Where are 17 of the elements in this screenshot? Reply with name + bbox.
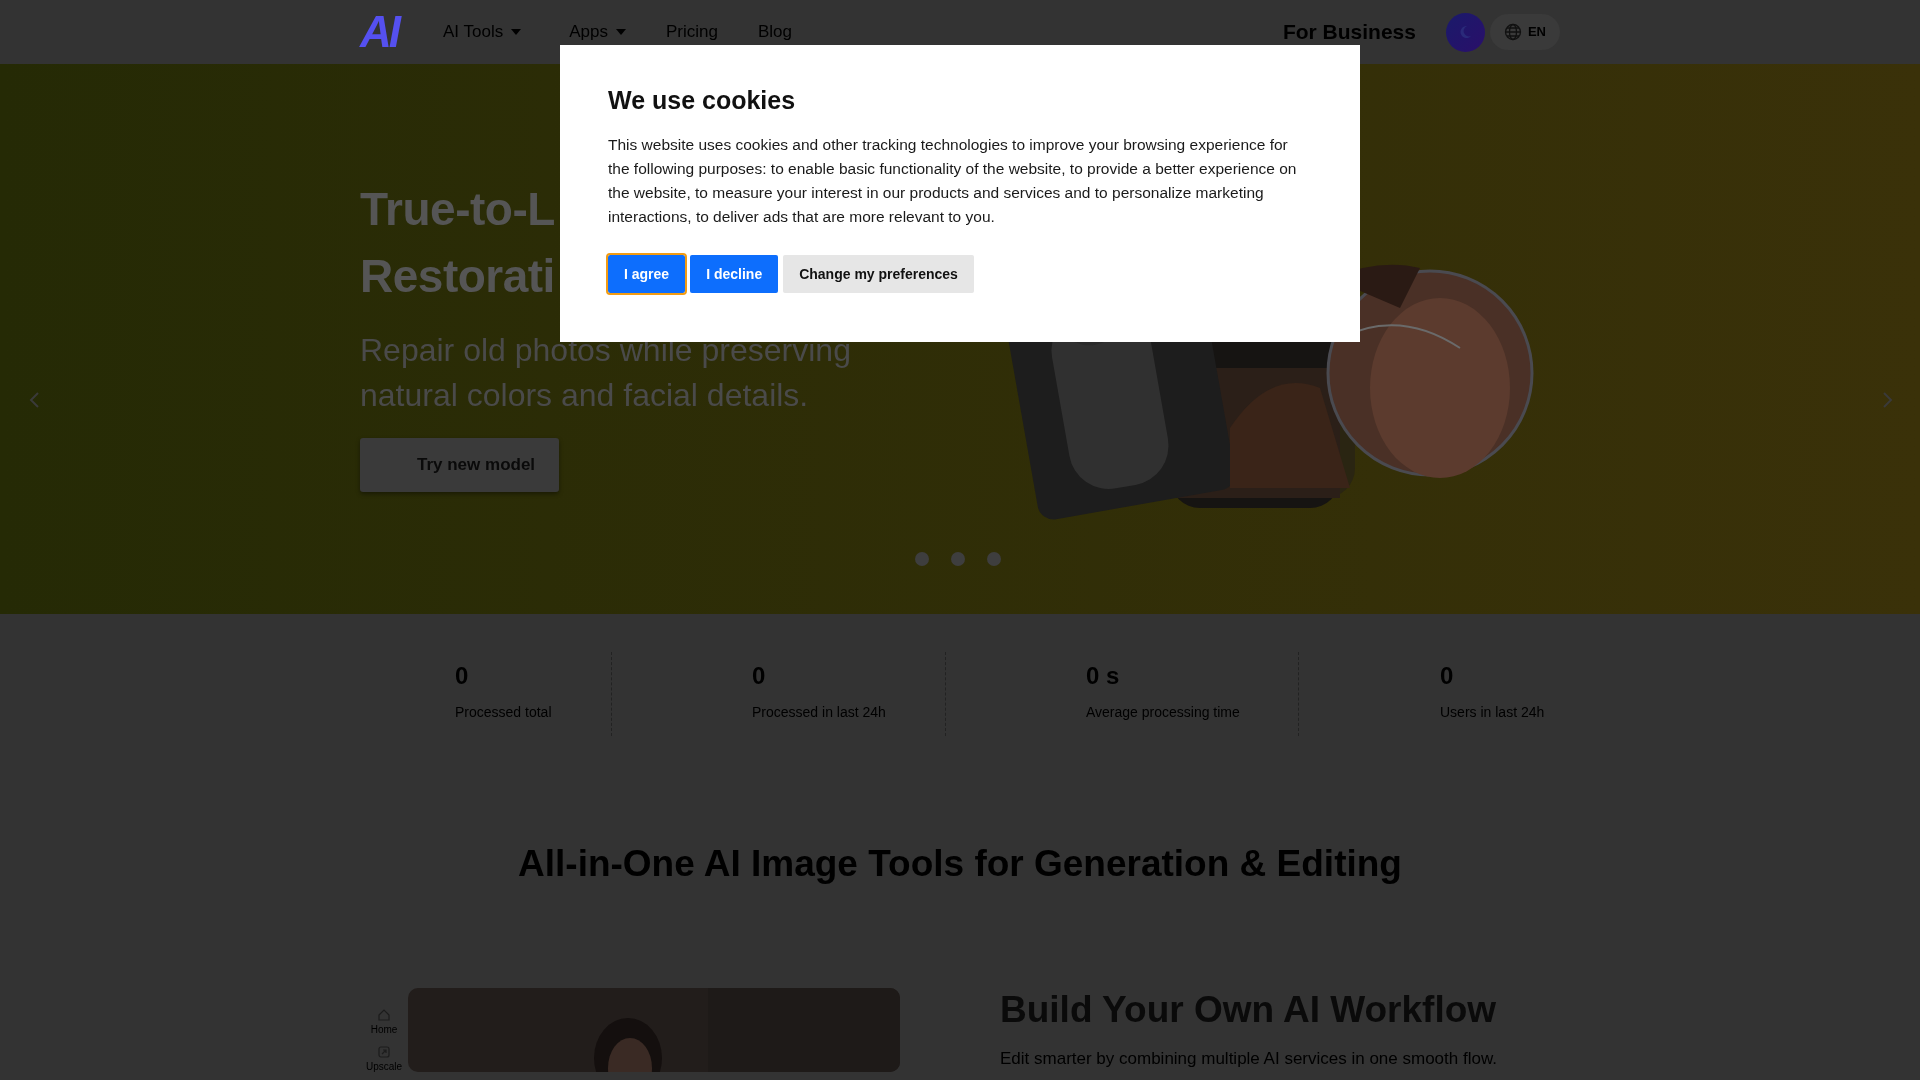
dialog-title: We use cookies [608, 85, 797, 115]
dialog-button[interactable]: Change my preferences [783, 255, 974, 293]
language-selector[interactable]: EN [1489, 14, 1560, 50]
slide-dot[interactable] [987, 552, 1001, 566]
slide-dot[interactable] [915, 552, 929, 566]
logo[interactable]: AI [360, 10, 398, 54]
slide-dot[interactable] [951, 552, 965, 566]
chevron-left-icon[interactable] [28, 390, 42, 410]
dialog-button[interactable]: I decline [690, 255, 779, 293]
globe-icon [1503, 23, 1522, 41]
chevron-right-icon[interactable] [1880, 390, 1894, 410]
home-icon[interactable] [377, 1007, 391, 1022]
hero-title: True-to-L [360, 182, 555, 237]
dialog-text: This website uses cookies and other tracking technologies to improve your browsing experience for the following purposes: to enable basic functionality of the website, to provide a better experience on the website, to measure your interest in our products and services and to personalize marketing interactions, to deliver ads that are more relevant to you. [608, 135, 1298, 227]
dialog-button[interactable]: I agree [608, 255, 686, 293]
hero-title: Restorati [360, 249, 555, 304]
theme-toggle-button[interactable] [1445, 12, 1485, 52]
